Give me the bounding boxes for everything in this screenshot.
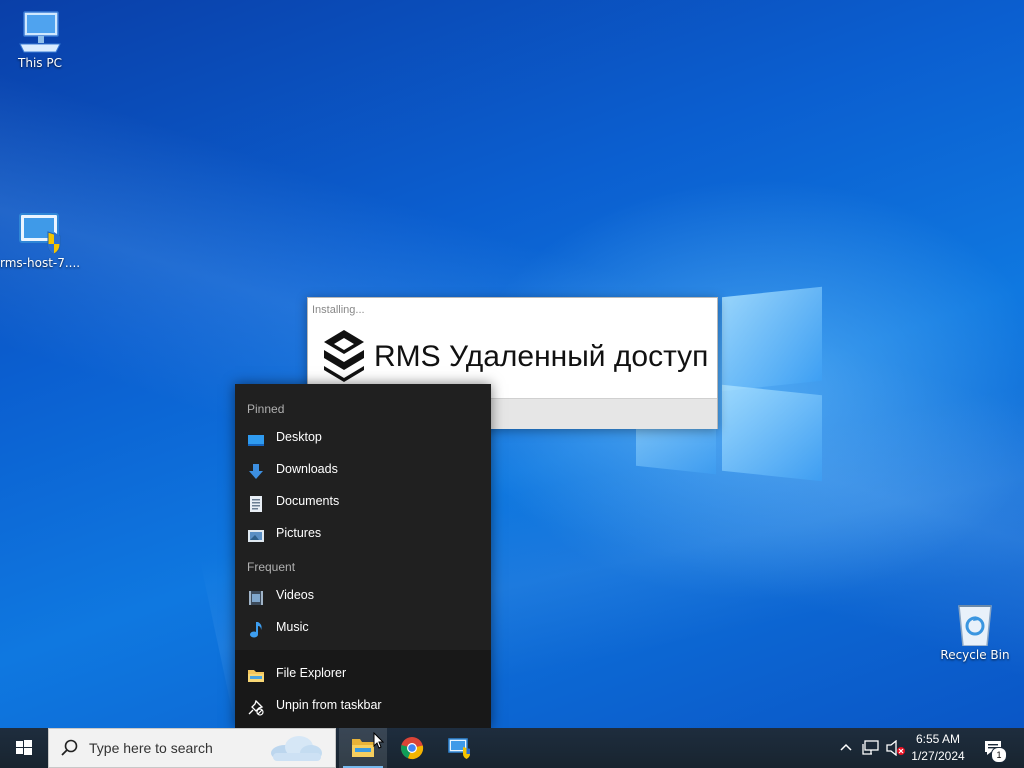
chrome-icon — [401, 737, 424, 760]
taskbar-file-explorer[interactable] — [339, 728, 387, 768]
jump-item-videos[interactable]: Videos — [235, 580, 491, 610]
frequent-header: Frequent — [247, 560, 296, 574]
start-button[interactable] — [0, 728, 48, 768]
installer-brand-title: RMS Удаленный доступ — [374, 340, 709, 373]
rms-logo-icon — [320, 328, 368, 384]
clock-date: 1/27/2024 — [911, 749, 965, 763]
cloud-icon — [271, 736, 322, 761]
taskbar-rms-installer[interactable] — [436, 728, 484, 768]
jump-item-downloads[interactable]: Downloads — [235, 454, 491, 484]
download-arrow-icon — [247, 461, 265, 479]
desktop-icon-label: Recycle Bin — [940, 648, 1010, 662]
jump-item-label: File Explorer — [276, 666, 347, 680]
video-icon — [247, 587, 265, 605]
jump-action-unpin[interactable]: Unpin from taskbar — [235, 690, 491, 720]
jump-item-label: Pictures — [276, 526, 322, 540]
mouse-cursor-icon — [373, 732, 385, 749]
clock-time: 6:55 AM — [915, 732, 961, 746]
jump-item-label: Documents — [276, 494, 340, 508]
installer-shield-icon — [16, 210, 64, 255]
desktop-icon-label: This PC — [18, 56, 62, 70]
computer-icon — [16, 10, 64, 54]
recycle-bin-icon — [951, 602, 999, 647]
folder-icon — [247, 665, 265, 682]
desktop-icon-rms-host[interactable]: rms-host-7.... — [0, 210, 80, 270]
desktop-icon-this-pc[interactable]: This PC — [0, 10, 80, 70]
jump-item-label: Music — [276, 620, 309, 634]
installer-shield-icon — [448, 738, 470, 759]
jump-item-label: Downloads — [276, 462, 338, 476]
file-explorer-jump-list: Pinned Desktop Downloads Documents Pictu… — [235, 384, 491, 728]
network-status[interactable] — [860, 728, 882, 768]
jump-item-documents[interactable]: Documents — [235, 486, 491, 516]
jump-action-file-explorer[interactable]: File Explorer — [235, 658, 491, 688]
jump-list-actions: File Explorer Unpin from taskbar — [235, 650, 491, 728]
network-icon — [862, 740, 879, 755]
search-icon — [61, 739, 78, 756]
chevron-up-icon — [840, 743, 852, 751]
taskbar: Type here to search 6:55 AM 1/27/2024 1 — [0, 728, 1024, 768]
search-placeholder: Type here to search — [89, 740, 213, 756]
jump-item-label: Unpin from taskbar — [276, 698, 382, 712]
desktop-icon-label: rms-host-7.... — [0, 256, 81, 270]
desktop-icon-recycle-bin[interactable]: Recycle Bin — [935, 602, 1015, 662]
unpin-icon — [247, 697, 265, 716]
notification-count-badge: 1 — [991, 747, 1007, 763]
document-icon — [247, 493, 265, 512]
jump-item-label: Videos — [276, 588, 314, 602]
taskbar-search-box[interactable]: Type here to search — [48, 728, 336, 768]
taskbar-chrome[interactable] — [388, 728, 436, 768]
jump-item-label: Desktop — [276, 430, 322, 444]
music-note-icon — [247, 619, 265, 638]
taskbar-clock[interactable]: 6:55 AM 1/27/2024 — [902, 731, 974, 765]
picture-icon — [247, 525, 265, 542]
pinned-header: Pinned — [247, 402, 285, 416]
show-hidden-icons[interactable] — [836, 728, 856, 768]
jump-item-music[interactable]: Music — [235, 612, 491, 642]
jump-item-desktop[interactable]: Desktop — [235, 422, 491, 452]
windows-start-icon — [16, 740, 32, 755]
jump-item-pictures[interactable]: Pictures — [235, 518, 491, 548]
desktop-folder-icon — [247, 429, 265, 446]
installer-status: Installing... — [312, 304, 365, 316]
folder-icon — [352, 739, 374, 757]
